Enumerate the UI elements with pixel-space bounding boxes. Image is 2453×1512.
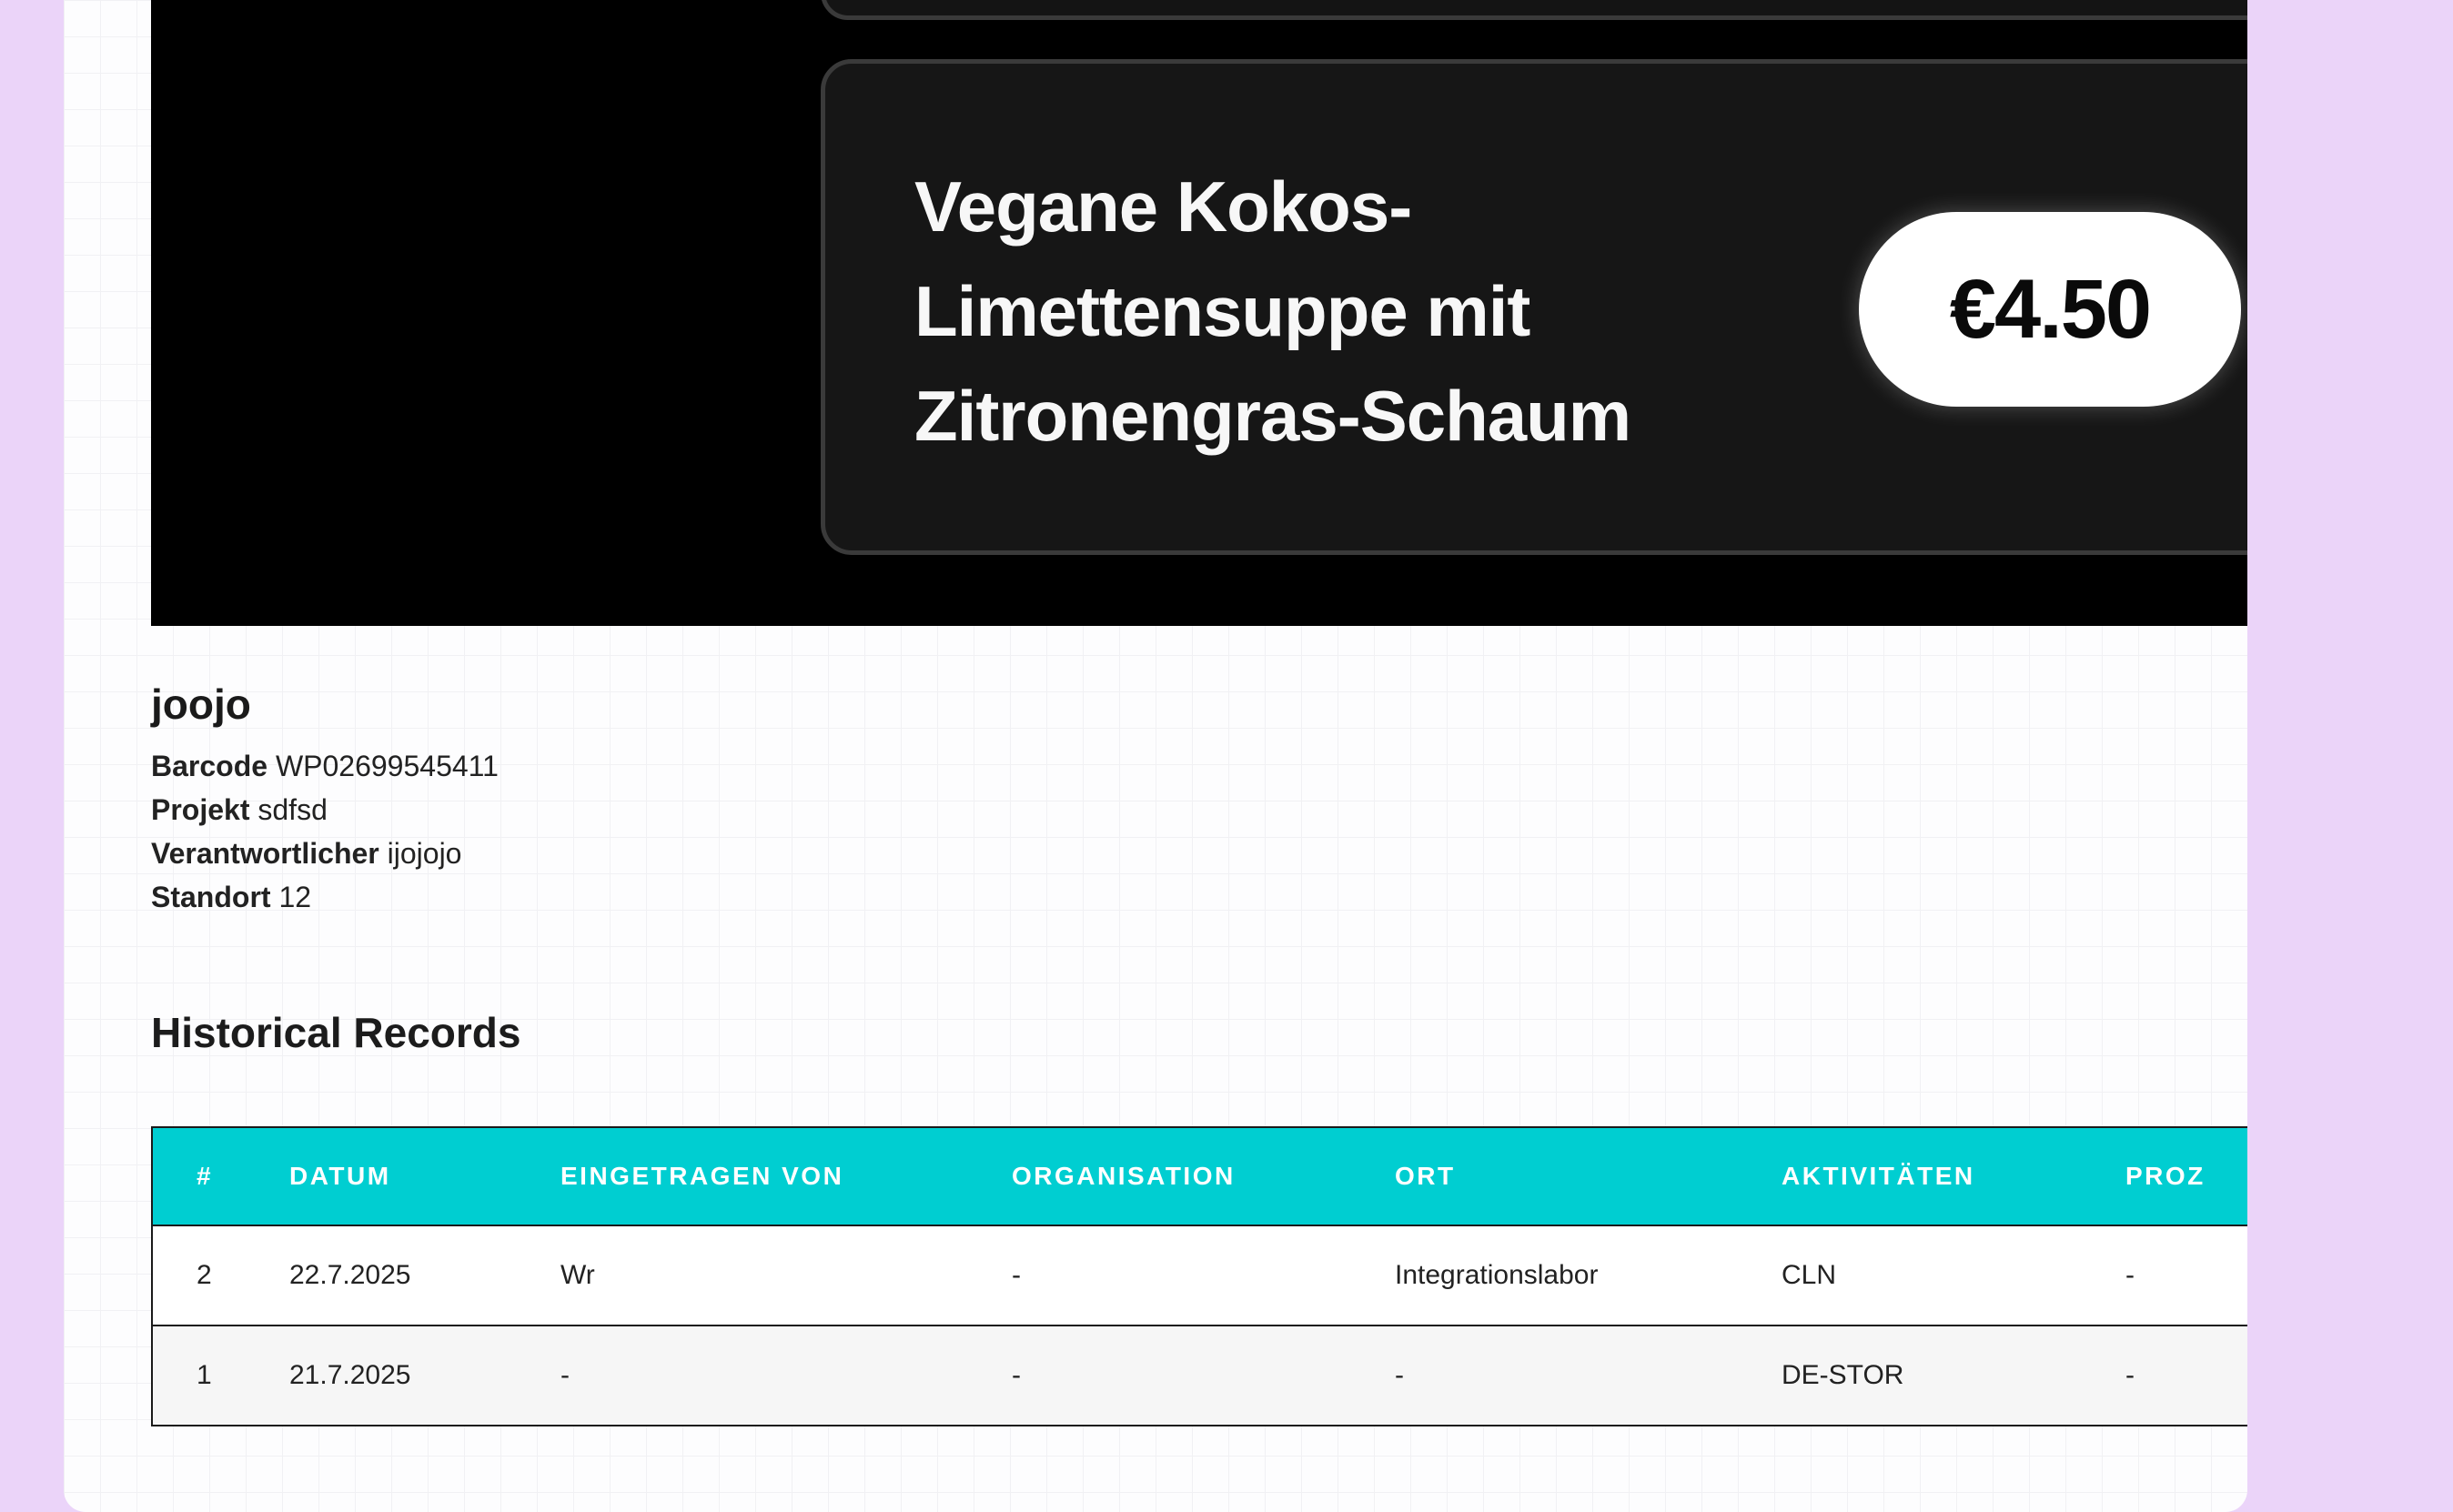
- column-header-datum[interactable]: DATUM: [289, 1127, 560, 1226]
- previous-menu-item-box: [821, 0, 2247, 20]
- detail-label: Projekt: [151, 793, 250, 826]
- detail-label: Barcode: [151, 750, 268, 782]
- table-cell: CLN: [1782, 1225, 2125, 1326]
- table-cell: -: [2125, 1326, 2247, 1426]
- table-cell: Wr: [560, 1225, 1012, 1326]
- table-cell: -: [2125, 1225, 2247, 1326]
- detail-row-barcode: Barcode WP02699545411: [151, 744, 499, 788]
- historical-records-table: # DATUM EINGETRAGEN VON ORGANISATION ORT…: [151, 1126, 2247, 1426]
- table-row[interactable]: 1 21.7.2025 - - - DE-STOR -: [152, 1326, 2247, 1426]
- detail-card: Vegane Kokos- Limettensuppe mit Zitronen…: [64, 0, 2247, 1512]
- table-cell: 2: [152, 1225, 289, 1326]
- column-header-proz[interactable]: PROZ: [2125, 1127, 2247, 1226]
- table-cell: -: [1395, 1326, 1782, 1426]
- item-details: Barcode WP02699545411 Projekt sdfsd Vera…: [151, 744, 499, 919]
- column-header-eingetragen-von[interactable]: EINGETRAGEN VON: [560, 1127, 1012, 1226]
- column-header-organisation[interactable]: ORGANISATION: [1012, 1127, 1395, 1226]
- column-header-ort[interactable]: ORT: [1395, 1127, 1782, 1226]
- detail-label: Verantwortlicher: [151, 837, 379, 870]
- price-badge: €4.50: [1859, 212, 2241, 407]
- table-cell: DE-STOR: [1782, 1326, 2125, 1426]
- table-cell: -: [560, 1326, 1012, 1426]
- menu-item-name-line: Limettensuppe mit: [914, 271, 1530, 351]
- table-cell: 22.7.2025: [289, 1225, 560, 1326]
- table-cell: 21.7.2025: [289, 1326, 560, 1426]
- menu-item-box: Vegane Kokos- Limettensuppe mit Zitronen…: [821, 59, 2247, 555]
- table-cell: 1: [152, 1326, 289, 1426]
- detail-value: WP02699545411: [275, 750, 499, 782]
- historical-records-title: Historical Records: [151, 1009, 521, 1056]
- detail-row-projekt: Projekt sdfsd: [151, 788, 499, 832]
- table-cell: -: [1012, 1326, 1395, 1426]
- historical-records-table-container[interactable]: # DATUM EINGETRAGEN VON ORGANISATION ORT…: [151, 1126, 2247, 1426]
- detail-value: 12: [278, 881, 312, 913]
- item-image: Vegane Kokos- Limettensuppe mit Zitronen…: [151, 0, 2247, 626]
- menu-item-name: Vegane Kokos- Limettensuppe mit Zitronen…: [914, 155, 1824, 469]
- column-header-aktivitaeten[interactable]: AKTIVITÄTEN: [1782, 1127, 2125, 1226]
- detail-value: sdfsd: [257, 793, 328, 826]
- detail-value: ijojojo: [387, 837, 462, 870]
- table-cell: -: [1012, 1225, 1395, 1326]
- table-header-row: # DATUM EINGETRAGEN VON ORGANISATION ORT…: [152, 1127, 2247, 1226]
- table-row[interactable]: 2 22.7.2025 Wr - Integrationslabor CLN -: [152, 1225, 2247, 1326]
- detail-row-standort: Standort 12: [151, 875, 499, 919]
- item-title: joojo: [151, 680, 251, 728]
- detail-row-verantwortlicher: Verantwortlicher ijojojo: [151, 832, 499, 875]
- column-header-number[interactable]: #: [152, 1127, 289, 1226]
- table-cell: Integrationslabor: [1395, 1225, 1782, 1326]
- menu-item-name-line: Zitronengras-Schaum: [914, 376, 1631, 456]
- detail-label: Standort: [151, 881, 271, 913]
- menu-item-name-line: Vegane Kokos-: [914, 166, 1412, 247]
